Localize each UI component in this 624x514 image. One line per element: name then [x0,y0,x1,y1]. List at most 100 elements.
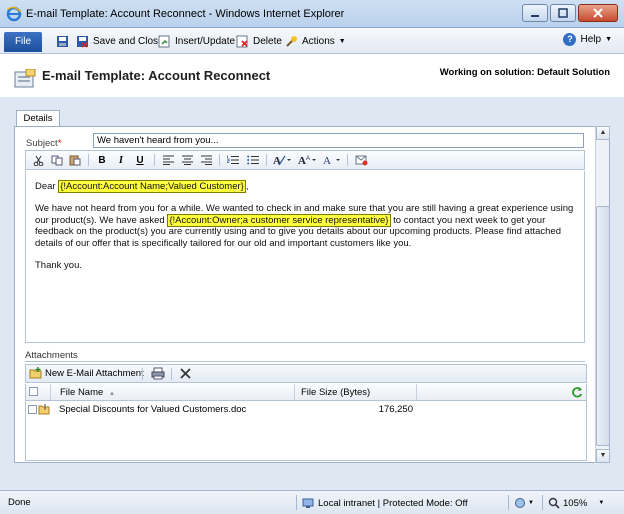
toolbar-separator [142,368,143,380]
status-separator [296,495,297,510]
toolbar-separator [266,154,267,166]
scroll-up-button[interactable]: ▲ [596,126,610,140]
font-color-icon: A [323,155,340,166]
paste-button[interactable] [68,153,81,167]
save-button[interactable] [56,33,69,49]
select-all-checkbox[interactable] [29,387,38,396]
zoom-icon [548,497,560,509]
intranet-icon [302,498,314,508]
close-button[interactable] [578,4,618,22]
delete-label: Delete [253,35,282,47]
globe-lock-icon [515,498,525,508]
align-center-button[interactable] [181,153,193,167]
security-zone-label: Local intranet | Protected Mode: Off [318,497,468,509]
table-row[interactable]: Special Discounts for Valued Customers.d… [25,401,587,417]
insert-update-button[interactable]: Insert/Update [158,33,235,49]
data-field-account-owner[interactable]: {!Account:Owner;a customer service repre… [167,213,391,227]
refresh-button[interactable] [571,386,583,401]
toolbar-separator [347,154,348,166]
paste-icon [69,155,80,166]
save-and-close-icon [77,35,88,48]
security-zone[interactable]: Local intranet | Protected Mode: Off [302,497,468,509]
row-checkbox[interactable] [28,405,37,414]
actions-label: Actions [302,35,335,47]
align-center-icon [181,155,193,165]
cut-button[interactable] [32,153,44,167]
maximize-button[interactable] [550,4,576,22]
chevron-down-icon: ▼ [605,36,612,43]
toolbar-separator [88,154,89,166]
align-right-icon [200,155,212,165]
closing-line: Thank you. [35,260,82,272]
file-tab[interactable]: File [4,32,42,52]
toolbar-separator [171,368,172,380]
align-right-button[interactable] [200,153,212,167]
email-body-editor[interactable]: Dear {!Account:Account Name;Valued Custo… [25,171,585,343]
zoom-level: 105% [563,497,588,509]
column-header-file-size[interactable]: File Size (Bytes) [301,387,370,398]
column-divider [50,384,51,400]
help-label: Help [580,34,602,45]
greeting-text: Dear [35,181,56,192]
column-header-file-name[interactable]: File Name ▲ [60,387,115,398]
cut-icon [33,155,43,166]
vertical-scrollbar[interactable]: ▲ ▼ [595,126,610,463]
insert-update-icon [158,35,170,47]
font-size-button[interactable]: AA [298,153,318,167]
svg-text:A: A [298,155,306,166]
font-color-button[interactable]: A [322,153,342,167]
section-divider [25,361,585,362]
greeting-line: Dear {!Account:Account Name;Valued Custo… [35,180,575,193]
email-template-icon [14,69,36,88]
align-left-button[interactable] [162,153,174,167]
internet-explorer-icon [6,6,22,22]
scroll-thumb[interactable] [596,206,610,446]
help-menu[interactable]: ? Help ▼ [563,33,612,46]
toolbar-separator [154,154,155,166]
data-field-account-name[interactable]: {!Account:Account Name;Valued Customer} [58,180,246,193]
refresh-icon [572,387,583,398]
font-name-button[interactable]: A [273,153,293,167]
align-left-icon [162,155,174,165]
body-paragraph: We have not heard from you for a while. … [35,203,575,249]
copy-button[interactable] [50,153,63,167]
file-size-cell: 176,250 [378,404,413,415]
tab-details[interactable]: Details [16,110,60,127]
actions-menu[interactable]: Actions ▼ [285,33,346,49]
new-attachment-button[interactable]: New E-Mail Attachment [29,367,144,379]
attachment-icon [38,404,50,415]
close-icon [593,8,603,18]
print-button[interactable] [151,367,165,383]
delete-button[interactable]: Delete [236,33,282,49]
chevron-down-icon: ▼ [528,500,534,506]
new-attachment-label: New E-Mail Attachment [45,367,144,379]
minimize-button[interactable] [522,4,548,22]
zoom-control[interactable]: 105% ▼ [548,497,604,509]
numbered-list-button[interactable] [226,153,239,167]
underline-button[interactable]: U [134,153,146,167]
insert-update-label: Insert/Update [175,35,236,47]
bold-button[interactable]: B [96,153,108,167]
subject-input[interactable] [93,133,584,148]
scroll-down-button[interactable]: ▼ [596,449,610,463]
copy-icon [51,155,62,165]
subject-label: Subject* [26,138,61,149]
bulleted-list-button[interactable] [246,153,259,167]
delete-icon [236,35,248,47]
numbered-list-icon [226,155,239,164]
insert-data-field-button[interactable] [354,153,368,167]
protected-mode-button[interactable]: ▼ [514,497,534,509]
ribbon-toolbar: File Save and Close Insert/Update Delete… [0,28,624,54]
font-name-icon: A [273,155,291,166]
save-and-close-button[interactable]: Save and Close [76,33,164,49]
page-title: E-mail Template: Account Reconnect [42,68,271,83]
maximize-icon [558,8,568,18]
insert-data-field-icon [355,155,367,166]
window-titlebar: E-mail Template: Account Reconnect - Win… [0,0,624,28]
status-text: Done [8,497,31,508]
sort-ascending-icon: ▲ [108,391,115,397]
file-name-cell[interactable]: Special Discounts for Valued Customers.d… [59,404,246,415]
italic-button[interactable]: I [115,153,127,167]
bulleted-list-icon [246,155,259,165]
delete-attachment-button[interactable] [179,367,192,383]
